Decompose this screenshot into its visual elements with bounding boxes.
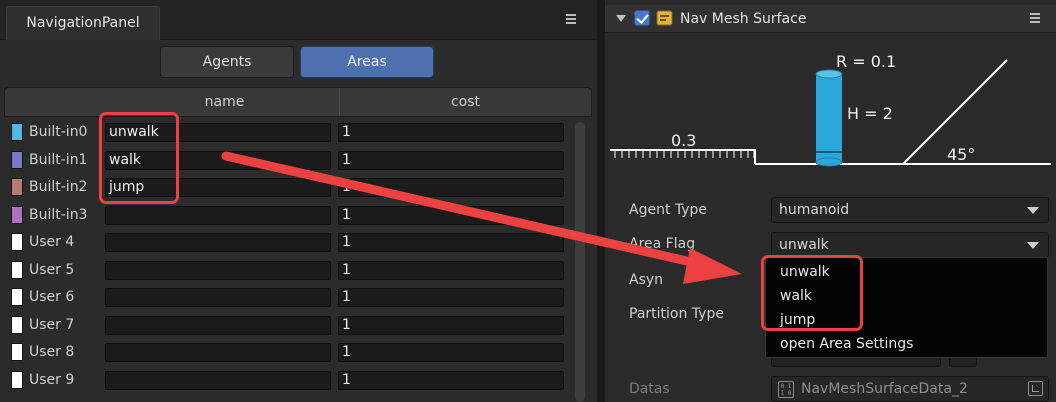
locate-asset-icon[interactable]	[1028, 381, 1043, 396]
area-cost-input[interactable]: 1	[338, 288, 564, 307]
agent-type-dropdown[interactable]: humanoid	[771, 197, 1049, 223]
areas-table-header: name cost	[4, 87, 592, 117]
table-row: User 4 1	[4, 228, 574, 256]
area-color-swatch[interactable]	[11, 371, 23, 389]
area-color-swatch[interactable]	[11, 316, 23, 334]
area-row-label: User 7	[29, 317, 75, 333]
area-row-label: User 4	[29, 234, 75, 250]
diagram-graphic	[610, 59, 1051, 167]
component-header: Nav Mesh Surface	[605, 5, 1056, 33]
area-name-input[interactable]	[105, 343, 331, 362]
agents-tab-button[interactable]: Agents	[160, 46, 294, 78]
area-row-label: User 9	[29, 372, 75, 388]
area-row-label: Built-in3	[29, 207, 88, 223]
table-row: Built-in3 1	[4, 201, 574, 229]
datas-label: Datas	[629, 381, 670, 397]
table-row: Built-in0 unwalk 1	[4, 118, 574, 146]
area-color-swatch[interactable]	[11, 151, 23, 169]
navigation-panel: NavigationPanel Agents Areas name cost B…	[0, 0, 597, 402]
inspector-panel: Nav Mesh Surface R = 0.1 H = 2 0.3 45° A…	[605, 0, 1056, 402]
area-cost-input[interactable]: 1	[338, 206, 564, 225]
datas-asset-field[interactable]: 0 11 0 NavMeshSurfaceData_2	[771, 376, 1049, 402]
panel-menu-icon[interactable]	[566, 12, 580, 28]
area-row-label: Built-in2	[29, 179, 88, 195]
table-row: User 6 1	[4, 283, 574, 311]
area-cost-input[interactable]: 1	[338, 233, 564, 252]
agent-radius-text: R = 0.1	[836, 52, 897, 71]
area-color-swatch[interactable]	[11, 261, 23, 279]
step-height-text: 0.3	[671, 131, 697, 150]
area-flag-label: Area Flag	[629, 236, 696, 252]
component-menu-icon[interactable]	[1030, 11, 1044, 27]
table-scrollbar[interactable]	[575, 122, 585, 402]
datas-value: NavMeshSurfaceData_2	[801, 381, 968, 397]
area-flag-value: unwalk	[779, 237, 829, 253]
table-row: User 9 1	[4, 366, 574, 394]
table-row: User 7 1	[4, 311, 574, 339]
annotation-highlight-options	[761, 255, 863, 331]
area-row-label: User 5	[29, 262, 75, 278]
area-color-swatch[interactable]	[11, 288, 23, 306]
area-row-label: User 8	[29, 344, 75, 360]
area-row-label: User 6	[29, 289, 75, 305]
area-name-input[interactable]	[105, 261, 331, 280]
agent-settings-diagram: R = 0.1 H = 2 0.3 45°	[605, 34, 1056, 184]
table-row: Built-in1 walk 1	[4, 146, 574, 174]
column-header-cost: cost	[450, 94, 481, 110]
area-color-swatch[interactable]	[11, 178, 23, 196]
agent-height-text: H = 2	[847, 104, 893, 123]
component-enabled-checkbox[interactable]	[634, 10, 650, 26]
area-cost-input[interactable]: 1	[338, 371, 564, 390]
area-name-input[interactable]	[105, 288, 331, 307]
area-cost-input[interactable]: 1	[338, 123, 564, 142]
collapse-arrow-icon[interactable]	[616, 15, 626, 22]
tab-navigation-panel[interactable]: NavigationPanel	[6, 6, 160, 40]
areas-tab-button[interactable]: Areas	[300, 46, 434, 78]
table-row: User 8 1	[4, 338, 574, 366]
area-name-input[interactable]	[105, 316, 331, 335]
data-file-icon: 0 11 0	[778, 381, 794, 398]
table-row: User 5 1	[4, 256, 574, 284]
area-name-input[interactable]	[105, 233, 331, 252]
chevron-down-icon	[1027, 207, 1039, 214]
area-cost-input[interactable]: 1	[338, 261, 564, 280]
component-title: Nav Mesh Surface	[680, 11, 807, 27]
panel-divider[interactable]	[597, 0, 605, 402]
agent-type-value: humanoid	[779, 202, 850, 218]
dropdown-option-open-area-settings[interactable]: open Area Settings	[780, 332, 913, 356]
table-row: Built-in2 jump 1	[4, 173, 574, 201]
area-name-input[interactable]	[105, 206, 331, 225]
chevron-down-icon	[1027, 242, 1039, 249]
areas-table-body: Built-in0 unwalk 1 Built-in1 walk 1 Buil…	[4, 118, 574, 402]
agent-type-label: Agent Type	[629, 202, 708, 218]
partition-type-label: Partition Type	[629, 306, 724, 322]
script-component-icon	[656, 10, 673, 26]
area-cost-input[interactable]: 1	[338, 343, 564, 362]
area-row-label: Built-in0	[29, 124, 88, 140]
panel-tab-bar: NavigationPanel	[0, 0, 597, 40]
asyn-label: Asyn	[629, 272, 664, 288]
area-row-label: Built-in1	[29, 152, 88, 168]
max-slope-text: 45°	[947, 145, 976, 164]
mode-segmented-control: Agents Areas	[160, 46, 434, 78]
area-color-swatch[interactable]	[11, 233, 23, 251]
annotation-highlight-names	[99, 112, 179, 204]
area-cost-input[interactable]: 1	[338, 316, 564, 335]
area-name-input[interactable]	[105, 371, 331, 390]
area-color-swatch[interactable]	[11, 123, 23, 141]
area-color-swatch[interactable]	[11, 206, 23, 224]
area-color-swatch[interactable]	[11, 343, 23, 361]
area-cost-input[interactable]: 1	[338, 151, 564, 170]
area-cost-input[interactable]: 1	[338, 178, 564, 197]
